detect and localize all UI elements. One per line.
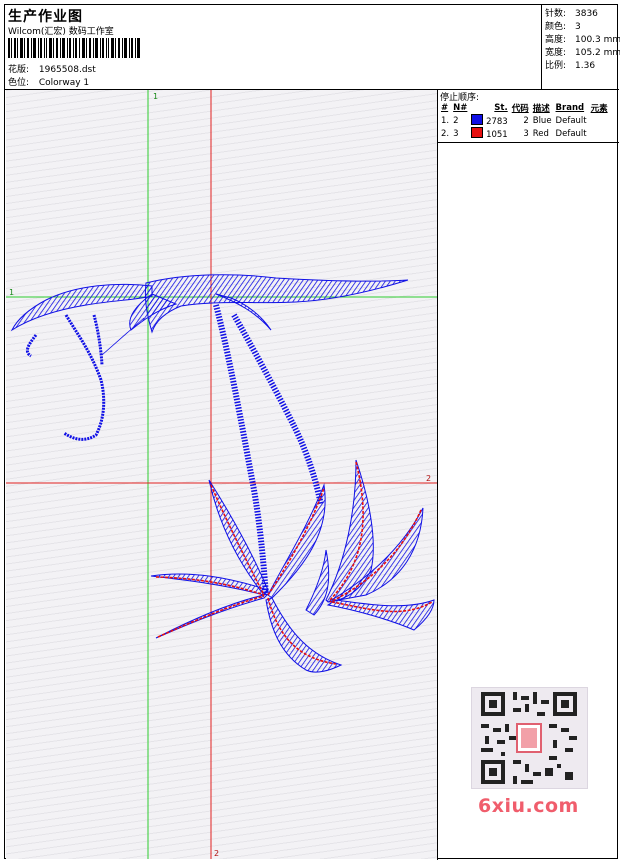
stop-number: 2. bbox=[441, 128, 450, 139]
stop-sequence-panel: 停止顺序: # N# St. 代码 描述 Brand 元素 1. 2 2783 … bbox=[438, 90, 619, 859]
hanging-frond bbox=[25, 314, 106, 441]
design-specs: 针数: 3836 颜色: 3 高度: 100.3 mm 宽度: 105.2 mm 比例:… bbox=[543, 5, 620, 89]
stitch-count: 1051 bbox=[486, 130, 508, 140]
table-row[interactable]: 1. 2 2783 2 Blue Default bbox=[439, 114, 610, 127]
col-header: 代码 bbox=[511, 103, 529, 114]
page-title: 生产作业图 bbox=[8, 9, 83, 25]
spec-width: 宽度: 105.2 mm bbox=[545, 48, 620, 58]
color-swatch bbox=[471, 127, 484, 138]
guide-label-red-h: 2 bbox=[426, 474, 431, 483]
color-desc: Blue bbox=[532, 115, 552, 126]
lower-plant bbox=[150, 459, 435, 673]
color-code: 3 bbox=[523, 128, 529, 139]
design-canvas[interactable]: 1 1 2 2 bbox=[6, 90, 437, 859]
table-row[interactable]: 2. 3 1051 3 Red Default bbox=[439, 127, 610, 140]
guide-label-green-v: 1 bbox=[153, 92, 158, 101]
col-header: N# bbox=[453, 102, 468, 113]
col-header: 元素 bbox=[590, 103, 608, 114]
color-desc: Red bbox=[532, 128, 549, 139]
brand: Default bbox=[555, 128, 587, 139]
col-header: 描述 bbox=[532, 103, 550, 114]
needle-number: 3 bbox=[453, 128, 459, 139]
col-header: # bbox=[441, 102, 449, 113]
stop-number: 1. bbox=[441, 115, 450, 126]
embroidery-preview: 1 1 2 2 bbox=[6, 90, 437, 859]
company-name: Wilcom(汇宏) 数码工作室 bbox=[8, 27, 114, 37]
stops-divider bbox=[438, 142, 619, 143]
needle-number: 2 bbox=[453, 115, 459, 126]
watermark-box bbox=[471, 687, 588, 789]
guide-label-red-v: 2 bbox=[214, 849, 219, 858]
element bbox=[589, 114, 610, 127]
col-header: St. bbox=[494, 102, 508, 113]
design-file: 1965508.dst bbox=[38, 65, 96, 75]
spec-colors: 颜色: 3 bbox=[545, 22, 581, 32]
barcode-icon bbox=[8, 38, 140, 58]
color-code: 2 bbox=[523, 115, 529, 126]
guide-label-green-h: 1 bbox=[9, 288, 14, 297]
spec-height: 高度: 100.3 mm bbox=[545, 35, 620, 45]
design-label: 花版: bbox=[8, 65, 30, 75]
qr-code-icon bbox=[481, 692, 577, 784]
colorway-row: 色位: Colorway 1 bbox=[8, 75, 89, 88]
color-stop-table: # N# St. 代码 描述 Brand 元素 1. 2 2783 2 Blue… bbox=[439, 101, 610, 141]
spec-scale: 比例: 1.36 bbox=[545, 61, 596, 71]
design-file-row: 花版: 1965508.dst bbox=[8, 62, 96, 75]
stitch-count: 2783 bbox=[486, 117, 508, 127]
watermark-text: 6xiu.com bbox=[478, 795, 579, 817]
col-header: Brand bbox=[555, 102, 585, 113]
header-info: 生产作业图 Wilcom(汇宏) 数码工作室 花版: 1965508.dst 色… bbox=[5, 5, 542, 89]
spec-stitches: 针数: 3836 bbox=[545, 9, 598, 19]
production-worksheet: 生产作业图 Wilcom(汇宏) 数码工作室 花版: 1965508.dst 色… bbox=[4, 4, 620, 860]
jump-stitch bbox=[101, 317, 145, 356]
table-header-row: # N# St. 代码 描述 Brand 元素 bbox=[439, 101, 610, 114]
color-swatch bbox=[471, 114, 484, 125]
element bbox=[589, 127, 610, 140]
colorway-label: 色位: bbox=[8, 78, 30, 88]
brand: Default bbox=[555, 115, 587, 126]
colorway-value: Colorway 1 bbox=[38, 78, 90, 88]
